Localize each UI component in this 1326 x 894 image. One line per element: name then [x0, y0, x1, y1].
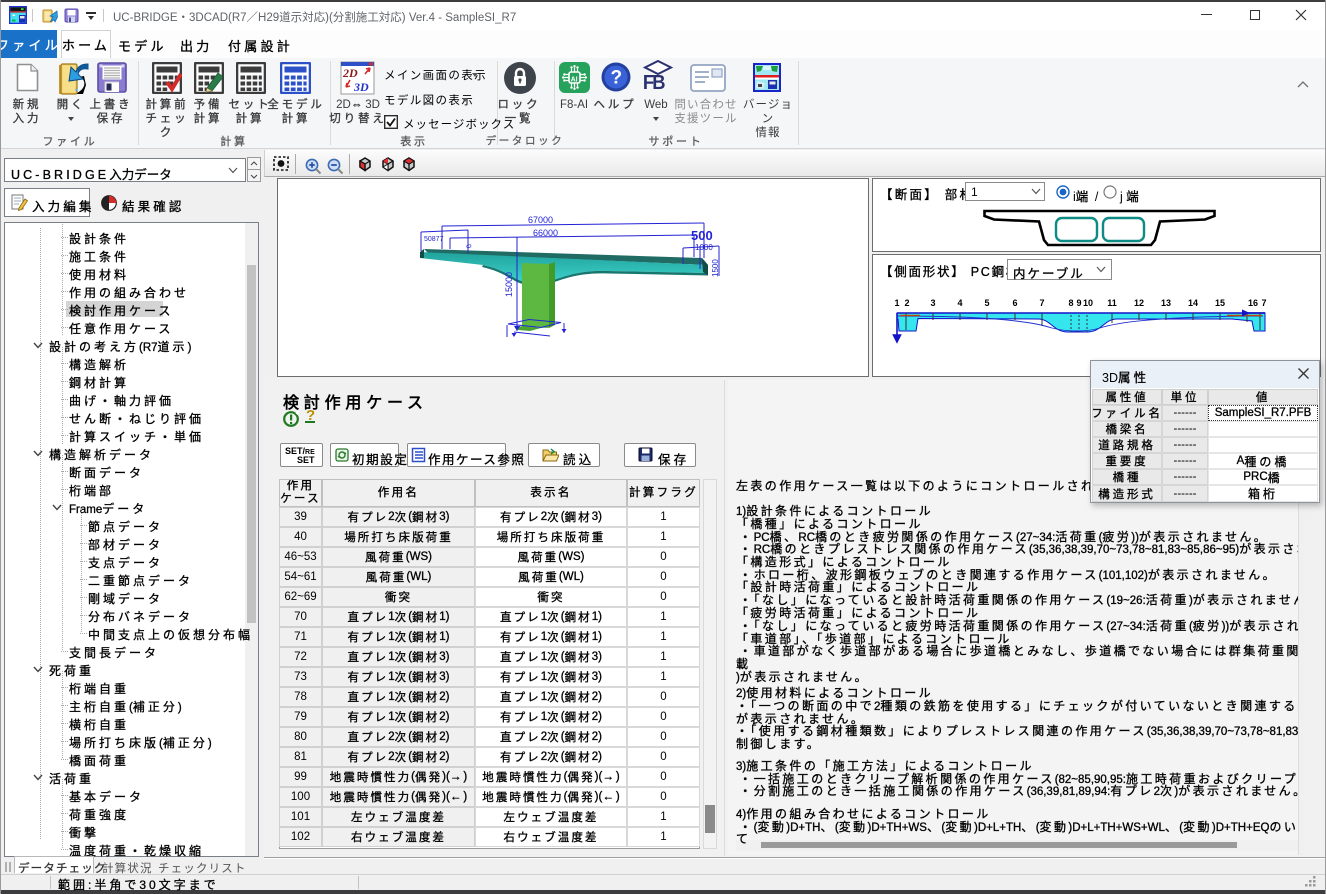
svg-text:13: 13 [1161, 298, 1171, 308]
svg-text:11: 11 [1107, 298, 1117, 308]
svg-text:15000: 15000 [504, 272, 514, 297]
svg-text:15: 15 [1215, 298, 1225, 308]
svg-text:8: 8 [1068, 298, 1073, 308]
svg-text:4: 4 [957, 298, 962, 308]
svg-text:2: 2 [904, 298, 909, 308]
svg-text:3D: 3D [353, 80, 369, 94]
svg-text:67000: 67000 [528, 215, 553, 225]
svg-text:1: 1 [894, 298, 899, 308]
svg-text:9: 9 [1076, 298, 1081, 308]
svg-text:12: 12 [1134, 298, 1144, 308]
svg-text:2D: 2D [342, 66, 358, 80]
svg-text:?: ? [611, 68, 623, 89]
svg-text:500: 500 [691, 228, 713, 243]
svg-text:14: 14 [1188, 298, 1198, 308]
svg-text:1500: 1500 [711, 259, 720, 277]
svg-text:66000: 66000 [533, 228, 558, 238]
svg-text:3: 3 [930, 298, 935, 308]
svg-text:50877: 50877 [424, 236, 444, 243]
svg-text:10: 10 [1083, 298, 1093, 308]
svg-text:AI: AI [571, 76, 578, 83]
svg-text:16: 16 [1248, 298, 1258, 308]
svg-text:6: 6 [1012, 298, 1017, 308]
svg-text:FB: FB [643, 72, 665, 94]
svg-text:7: 7 [1261, 298, 1266, 308]
svg-text:7: 7 [1039, 298, 1044, 308]
svg-text:1000: 1000 [695, 243, 713, 252]
svg-text:5: 5 [984, 298, 989, 308]
